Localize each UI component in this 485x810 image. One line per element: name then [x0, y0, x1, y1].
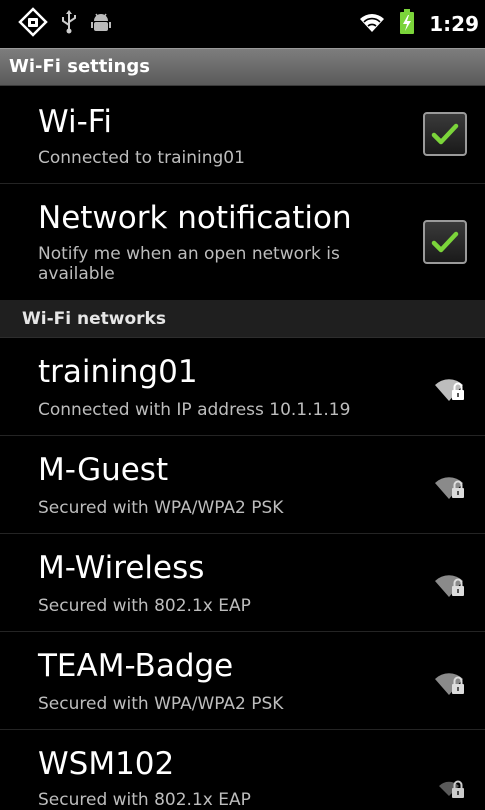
network-ssid: TEAM-Badge [38, 648, 234, 684]
network-row-wsm102[interactable]: WSM102 Secured with 802.1x EAP [0, 730, 485, 810]
network-status: Secured with WPA/WPA2 PSK [38, 694, 284, 714]
network-row-training01[interactable]: training01 Connected with IP address 10.… [0, 338, 485, 436]
clock: 1:29 [429, 12, 479, 36]
wifi-locked-icon [435, 673, 464, 695]
network-notification-subtitle: Notify me when an open network is availa… [38, 244, 340, 284]
system-icons: 1:29 [359, 0, 485, 48]
wifi-toggle-title: Wi-Fi [38, 104, 112, 140]
android-debug-icon [90, 11, 112, 37]
wifi-toggle-row[interactable]: Wi-Fi Connected to training01 [0, 86, 485, 184]
page-title: Wi-Fi settings [9, 56, 150, 77]
network-row-m-wireless[interactable]: M-Wireless Secured with 802.1x EAP [0, 534, 485, 632]
network-notification-checkbox[interactable] [423, 220, 467, 264]
network-status: Secured with 802.1x EAP [38, 596, 251, 616]
network-ssid: M-Guest [38, 452, 169, 488]
wifi-locked-icon [435, 575, 464, 597]
network-status: Secured with 802.1x EAP [38, 790, 251, 810]
network-row-m-guest[interactable]: M-Guest Secured with WPA/WPA2 PSK [0, 436, 485, 534]
network-ssid: M-Wireless [38, 550, 205, 586]
status-bar: 1:29 [0, 0, 485, 48]
wifi-toggle-subtitle: Connected to training01 [38, 148, 245, 168]
checkmark-icon [431, 231, 459, 253]
wifi-networks-header: Wi-Fi networks [0, 300, 485, 338]
usb-debugging-icon [18, 7, 48, 41]
network-row-team-badge[interactable]: TEAM-Badge Secured with WPA/WPA2 PSK [0, 632, 485, 730]
wifi-icon [359, 11, 385, 37]
network-ssid: WSM102 [38, 746, 175, 782]
wifi-locked-icon [435, 477, 464, 499]
battery-charging-icon [399, 9, 415, 39]
network-status: Connected with IP address 10.1.1.19 [38, 400, 351, 420]
wifi-locked-icon [439, 780, 464, 798]
network-notification-title: Network notification [38, 200, 352, 236]
title-bar: Wi-Fi settings [0, 48, 485, 86]
network-notification-row[interactable]: Network notification Notify me when an o… [0, 184, 485, 300]
notification-icons [0, 7, 112, 41]
network-ssid: training01 [38, 354, 198, 390]
usb-icon [60, 9, 78, 39]
section-title: Wi-Fi networks [22, 309, 166, 329]
wifi-locked-icon [435, 379, 464, 401]
network-status: Secured with WPA/WPA2 PSK [38, 498, 284, 518]
checkmark-icon [431, 123, 459, 145]
wifi-checkbox[interactable] [423, 112, 467, 156]
